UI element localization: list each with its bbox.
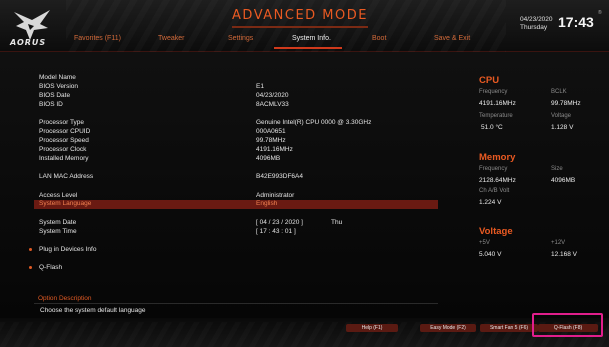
processor-cpuid-value: 000A0651 xyxy=(256,128,286,135)
voltage-12v-value: 12.168 V xyxy=(551,251,578,258)
easy-mode-button[interactable]: Easy Mode (F2) xyxy=(420,324,476,332)
cpu-frequency-label: Frequency xyxy=(479,89,508,95)
row-processor-speed: Processor Speed 99.78MHz xyxy=(34,137,438,145)
bios-version-value: E1 xyxy=(256,83,264,90)
cpu-bclk-value: 99.78MHz xyxy=(551,100,581,107)
tab-boot[interactable]: Boot xyxy=(372,35,386,42)
row-qflash[interactable]: Q-Flash xyxy=(29,264,438,272)
system-time-field[interactable]: [ 17 : 43 : 01 ] xyxy=(256,228,296,235)
option-description-divider xyxy=(34,303,438,304)
submenu-bullet-icon xyxy=(29,266,32,269)
row-system-language[interactable]: System Language English xyxy=(34,200,438,209)
qflash-link[interactable]: Q-Flash xyxy=(39,264,62,271)
header-time: 17:43 xyxy=(558,14,594,30)
memory-chab-value: 1.224 V xyxy=(479,199,502,206)
row-bios-version: BIOS Version E1 xyxy=(34,83,438,91)
aorus-logo-text: AORUS xyxy=(10,38,47,47)
memory-frequency-label: Frequency xyxy=(479,166,508,172)
system-time-label: System Time xyxy=(39,228,77,235)
processor-clock-label: Processor Clock xyxy=(39,146,87,153)
header-date: 04/23/2020 xyxy=(520,16,553,23)
header-day: Thursday xyxy=(520,24,548,31)
tab-settings[interactable]: Settings xyxy=(228,35,253,42)
system-date-day: Thu xyxy=(331,219,343,226)
mode-title-underline xyxy=(232,26,368,28)
hardware-monitor-panel: CPU Frequency BCLK 4191.16MHz 99.78MHz T… xyxy=(470,68,605,318)
tab-save-exit[interactable]: Save & Exit xyxy=(434,35,470,42)
system-date-field[interactable]: [ 04 / 23 / 2020 ] xyxy=(256,219,303,226)
tab-favorites[interactable]: Favorites (F11) xyxy=(74,35,121,42)
installed-memory-label: Installed Memory xyxy=(39,155,89,162)
memory-size-value: 4096MB xyxy=(551,177,576,184)
row-lan-mac: LAN MAC Address B42E993DF6A4 xyxy=(34,173,438,181)
cpu-voltage-label: Voltage xyxy=(551,113,572,119)
plug-in-devices-link[interactable]: Plug in Devices Info xyxy=(39,246,96,253)
cpu-bclk-label: BCLK xyxy=(551,89,567,95)
model-name-label: Model Name xyxy=(39,74,76,81)
cpu-temperature-label: Temperature xyxy=(479,113,513,119)
voltage-5v-value: 5.040 V xyxy=(479,251,502,258)
installed-memory-value: 4096MB xyxy=(256,155,281,162)
memory-size-label: Size xyxy=(551,166,563,172)
memory-frequency-value: 2128.64MHz xyxy=(479,177,516,184)
lan-mac-value: B42E993DF6A4 xyxy=(256,173,303,180)
submenu-bullet-icon xyxy=(29,248,32,251)
bios-screen: AORUS ADVANCED MODE Favorites (F11) Twea… xyxy=(0,0,609,347)
bios-date-value: 04/23/2020 xyxy=(256,92,289,99)
access-level-label: Access Level xyxy=(39,192,78,199)
option-description-text: Choose the system default language xyxy=(40,307,146,314)
row-processor-type: Processor Type Genuine Intel(R) CPU 0000… xyxy=(34,119,438,127)
system-language-label: System Language xyxy=(39,200,92,207)
access-level-value: Administrator xyxy=(256,192,295,199)
cpu-frequency-value: 4191.16MHz xyxy=(479,100,516,107)
voltage-section-title: Voltage xyxy=(479,226,513,237)
mode-title: ADVANCED MODE xyxy=(232,8,368,23)
tab-tweaker[interactable]: Tweaker xyxy=(158,35,184,42)
row-plug-in-devices[interactable]: Plug in Devices Info xyxy=(29,246,438,254)
processor-speed-label: Processor Speed xyxy=(39,137,89,144)
cpu-voltage-value: 1.128 V xyxy=(551,124,574,131)
help-button[interactable]: Help (F1) xyxy=(346,324,398,332)
row-processor-clock: Processor Clock 4191.16MHz xyxy=(34,146,438,154)
voltage-12v-label: +12V xyxy=(551,240,566,246)
processor-clock-value: 4191.16MHz xyxy=(256,146,293,153)
voltage-5v-label: +5V xyxy=(479,240,490,246)
row-access-level: Access Level Administrator xyxy=(34,192,438,200)
row-bios-date: BIOS Date 04/23/2020 xyxy=(34,92,438,100)
row-system-time[interactable]: System Time [ 17 : 43 : 01 ] xyxy=(34,228,438,236)
row-installed-memory: Installed Memory 4096MB xyxy=(34,155,438,163)
bios-id-label: BIOS ID xyxy=(39,101,63,108)
processor-type-label: Processor Type xyxy=(39,119,85,126)
processor-type-value: Genuine Intel(R) CPU 0000 @ 3.30GHz xyxy=(256,119,372,126)
bios-id-value: 8ACMLV33 xyxy=(256,101,289,108)
bios-date-label: BIOS Date xyxy=(39,92,71,99)
qflash-highlight-box xyxy=(532,313,603,337)
option-description-title: Option Description xyxy=(38,295,92,302)
active-tab-indicator xyxy=(274,47,342,49)
cpu-temperature-value: 51.0 °C xyxy=(481,124,503,131)
system-language-value[interactable]: English xyxy=(256,200,277,207)
smart-fan-button[interactable]: Smart Fan 5 (F6) xyxy=(480,324,538,332)
lan-mac-label: LAN MAC Address xyxy=(39,173,94,180)
row-bios-id: BIOS ID 8ACMLV33 xyxy=(34,101,438,109)
row-processor-cpuid: Processor CPUID 000A0651 xyxy=(34,128,438,136)
row-system-date[interactable]: System Date [ 04 / 23 / 2020 ] Thu xyxy=(34,219,438,227)
system-info-panel: Model Name BIOS Version E1 BIOS Date 04/… xyxy=(29,68,438,300)
registered-mark: ® xyxy=(598,10,602,16)
system-date-label: System Date xyxy=(39,219,77,226)
row-model-name: Model Name xyxy=(34,74,438,82)
processor-speed-value: 99.78MHz xyxy=(256,137,286,144)
processor-cpuid-label: Processor CPUID xyxy=(39,128,91,135)
memory-chab-label: Ch A/B Volt xyxy=(479,188,510,194)
bios-version-label: BIOS Version xyxy=(39,83,79,90)
cpu-section-title: CPU xyxy=(479,75,500,86)
tab-system-info[interactable]: System Info. xyxy=(292,35,331,42)
memory-section-title: Memory xyxy=(479,152,516,163)
